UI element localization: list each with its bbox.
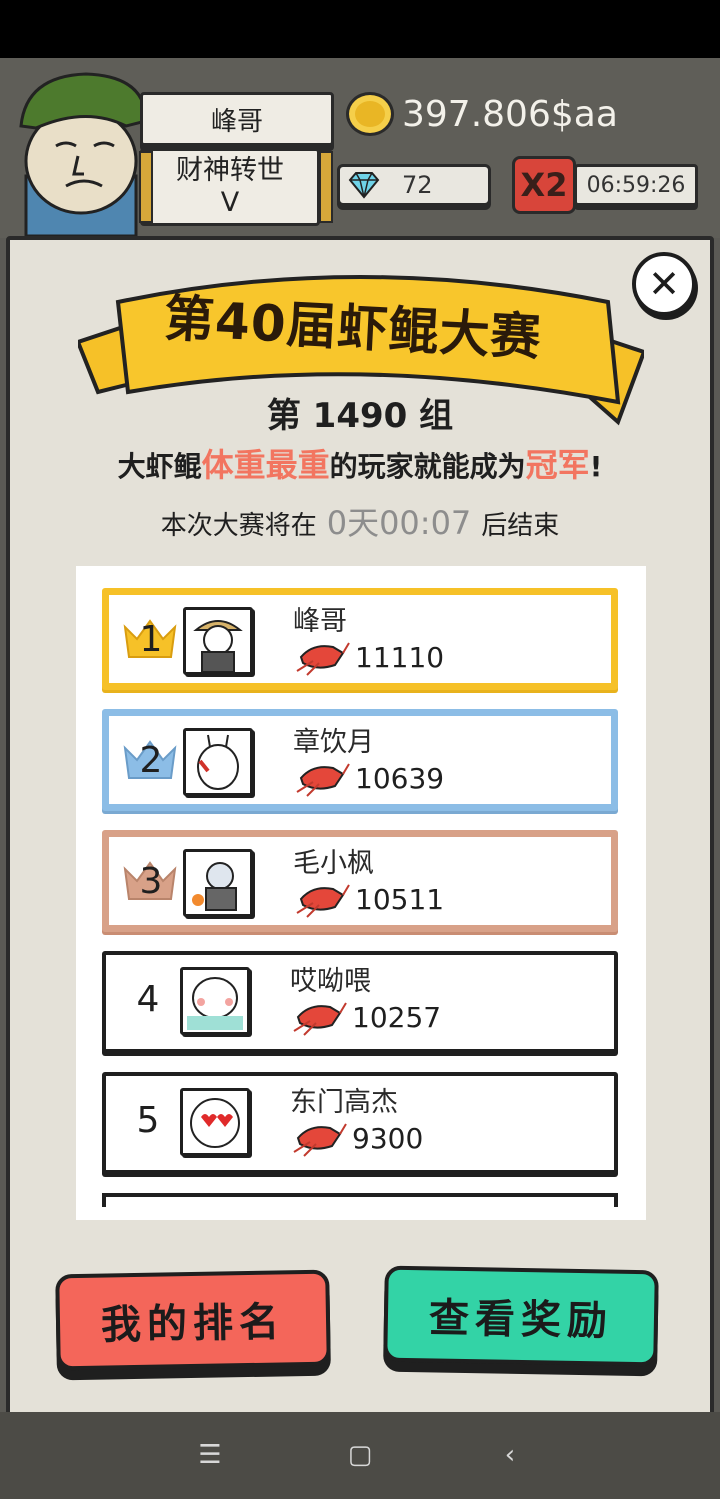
countdown-time: 0天00:07 [326,504,472,542]
event-rule: 大虾鲲体重最重的玩家就能成为冠军! [0,440,720,486]
player-avatar[interactable] [183,849,253,917]
ranking-row[interactable]: 3 毛小枫 10511 [102,830,618,932]
player-name: 哎呦喂 [290,966,371,997]
ranking-row[interactable]: 5 东门高杰 9300 [102,1072,618,1174]
player-rank: V [220,187,240,218]
player-weight: 10257 [352,1001,442,1034]
plate-bolt [319,151,333,223]
gem-counter[interactable]: 72 [337,164,491,206]
player-avatar[interactable] [183,607,253,675]
rule-middle: 的玩家就能成为 [329,450,526,483]
ranking-row[interactable]: 4 哎呦喂 10257 [102,951,618,1053]
player-name: 东门高杰 [290,1087,398,1118]
status-bar [0,0,720,58]
player-name: 峰哥 [210,106,263,137]
back-icon[interactable]: ‹ [490,1440,530,1470]
rank-number: 5 [136,1100,160,1141]
ranking-row-partial [102,1193,618,1207]
player-weight: 10639 [355,762,445,795]
player-name: 峰哥 [293,606,347,637]
group-number: 第 1490 组 [266,396,454,436]
player-name-plate: 峰哥 [140,92,334,146]
ranking-row[interactable]: 1 峰哥 11110 [102,588,618,690]
shrimp-icon [293,1123,347,1157]
player-avatar[interactable] [6,66,156,236]
player-avatar[interactable] [180,967,250,1035]
ranking-row[interactable]: 2 章饮月 10639 [102,709,618,811]
close-button[interactable]: ✕ [632,252,696,316]
coin-icon [346,92,394,136]
player-weight: 10511 [355,883,445,916]
player-name: 章饮月 [293,727,374,758]
home-icon[interactable]: ▢ [340,1440,380,1470]
player-avatar[interactable] [180,1088,250,1156]
shrimp-icon [296,884,350,918]
system-nav-bar: ☰ ▢ ‹ [0,1412,720,1499]
rule-highlight: 体重最重 [201,446,330,484]
event-countdown: 本次大赛将在 0天00:07 后结束 [0,498,720,544]
player-weight: 9300 [352,1122,424,1155]
view-rewards-button[interactable]: 查看奖励 [383,1265,659,1367]
countdown-prefix: 本次大赛将在 [160,511,317,541]
player-avatar[interactable] [183,728,253,796]
rank-number: 3 [139,861,163,902]
top-hud: 峰哥 财神转世 V 397.806$aa 72 X2 06:59:26 [0,58,720,238]
plate-bolt [139,151,153,223]
my-rank-button[interactable]: 我的排名 [55,1269,331,1371]
multiplier-timer: 06:59:26 [574,164,698,206]
shrimp-icon [296,763,350,797]
menu-icon[interactable]: ☰ [190,1440,230,1470]
rule-prefix: 大虾鲲 [117,450,202,483]
rule-champion: 冠军 [525,446,590,484]
rank-number: 4 [136,979,160,1020]
rank-number: 1 [139,619,163,660]
player-name: 毛小枫 [293,848,374,879]
gem-count: 72 [402,171,433,199]
player-weight: 11110 [355,641,445,674]
rank-number: 2 [139,740,163,781]
shrimp-icon [293,1002,347,1036]
player-title: 财神转世 [176,155,284,186]
coin-count: 397.806$aa [402,94,618,135]
multiplier-badge[interactable]: X2 [512,156,576,214]
player-title-plate[interactable]: 财神转世 V [139,148,333,226]
shrimp-icon [296,642,350,676]
rule-suffix: ! [589,450,603,483]
countdown-suffix: 后结束 [481,511,560,541]
diamond-icon [348,172,380,199]
